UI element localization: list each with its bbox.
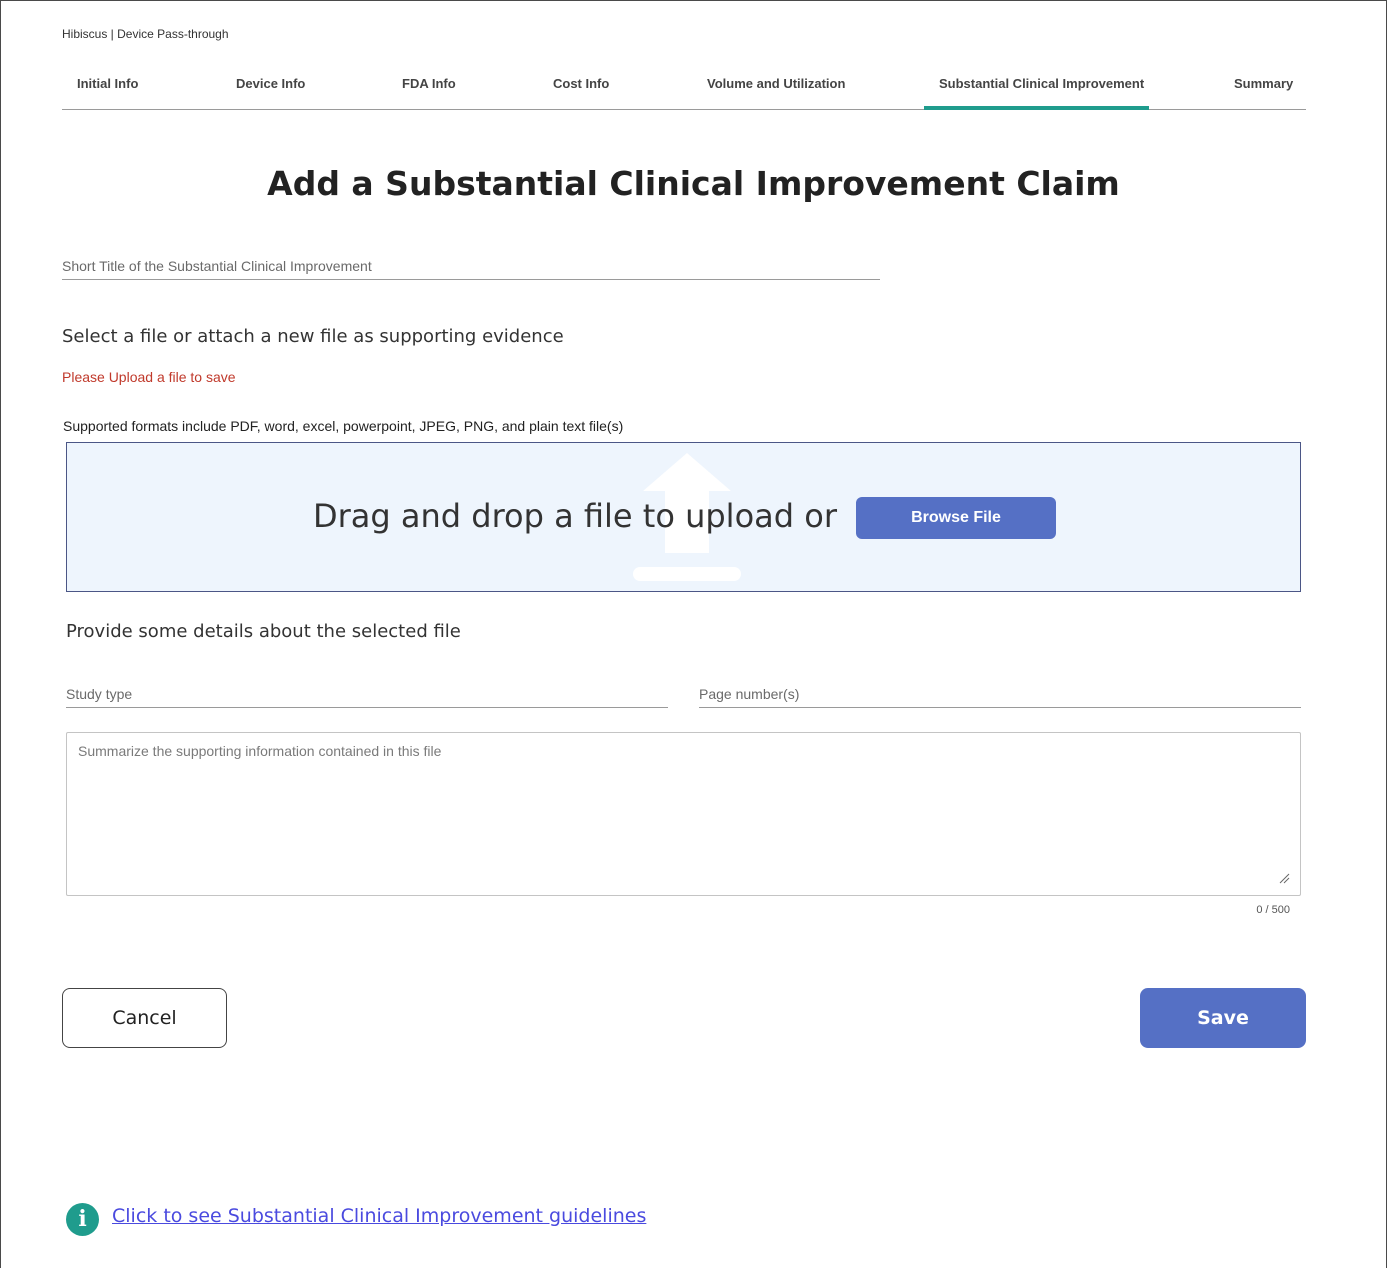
short-title-input[interactable]	[62, 252, 880, 280]
supported-formats-text: Supported formats include PDF, word, exc…	[63, 418, 624, 434]
character-counter: 0 / 500	[1256, 904, 1290, 916]
tab-cost-info[interactable]: Cost Info	[553, 76, 609, 91]
file-dropzone[interactable]: Drag and drop a file to upload or Browse…	[66, 442, 1301, 592]
info-icon: i	[66, 1203, 99, 1236]
save-button[interactable]: Save	[1140, 988, 1306, 1048]
browse-file-button[interactable]: Browse File	[856, 497, 1056, 539]
tab-fda-info[interactable]: FDA Info	[402, 76, 456, 91]
cancel-button[interactable]: Cancel	[62, 988, 227, 1048]
study-type-input[interactable]	[66, 680, 668, 708]
tab-summary[interactable]: Summary	[1234, 76, 1293, 91]
summary-textarea[interactable]	[66, 732, 1301, 896]
file-details-heading: Provide some details about the selected …	[66, 621, 461, 642]
tab-substantial-clinical-improvement[interactable]: Substantial Clinical Improvement	[939, 76, 1144, 91]
guidelines-link[interactable]: Click to see Substantial Clinical Improv…	[112, 1205, 646, 1227]
step-tabs: Initial Info Device Info FDA Info Cost I…	[62, 70, 1306, 110]
upload-error-message: Please Upload a file to save	[62, 369, 236, 385]
tab-initial-info[interactable]: Initial Info	[77, 76, 138, 91]
breadcrumb: Hibiscus | Device Pass-through	[62, 27, 229, 41]
tab-device-info[interactable]: Device Info	[236, 76, 305, 91]
tab-volume-utilization[interactable]: Volume and Utilization	[707, 76, 845, 91]
dropzone-text: Drag and drop a file to upload or	[313, 497, 837, 535]
resize-grip-icon[interactable]	[1278, 872, 1290, 884]
active-tab-indicator	[924, 106, 1149, 110]
page-numbers-input[interactable]	[699, 680, 1301, 708]
select-file-heading: Select a file or attach a new file as su…	[62, 326, 564, 347]
page-title: Add a Substantial Clinical Improvement C…	[267, 164, 1120, 203]
